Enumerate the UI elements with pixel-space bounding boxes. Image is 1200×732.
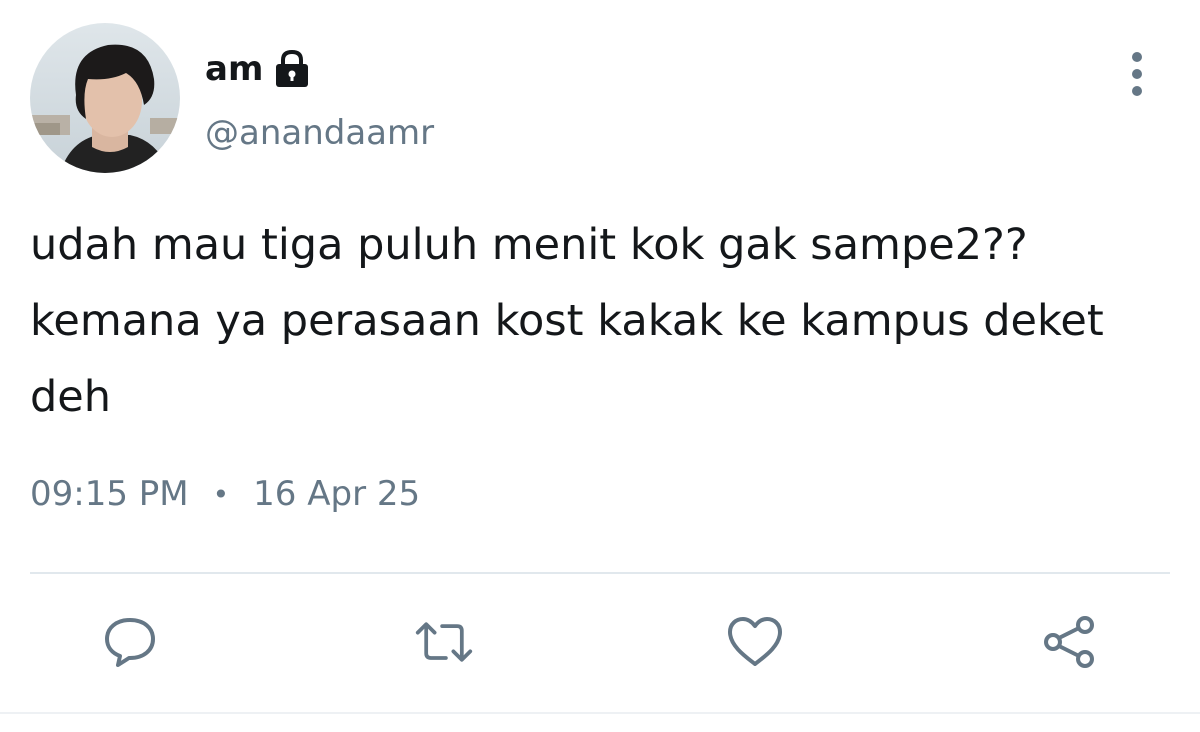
retweet-icon xyxy=(415,622,473,662)
more-dot xyxy=(1132,69,1142,79)
retweet-button[interactable] xyxy=(414,612,474,672)
tweet-card: am @anandaamr udah mau tiga puluh menit … xyxy=(0,0,1200,732)
display-name-row: am xyxy=(205,44,311,94)
reply-button[interactable] xyxy=(100,612,160,672)
more-dot xyxy=(1132,52,1142,62)
share-button[interactable] xyxy=(1040,612,1100,672)
divider xyxy=(30,572,1170,574)
share-icon xyxy=(1044,616,1094,668)
action-bar xyxy=(0,612,1200,672)
tweet-time[interactable]: 09:15 PM xyxy=(30,474,189,515)
avatar[interactable] xyxy=(30,23,180,173)
meta-separator: • xyxy=(212,477,230,511)
heart-icon xyxy=(728,617,782,666)
tweet-text: udah mau tiga puluh menit kok gak sampe2… xyxy=(30,220,1104,422)
more-options-icon[interactable] xyxy=(1124,52,1150,96)
lock-icon xyxy=(273,49,311,89)
like-button[interactable] xyxy=(725,612,785,672)
tweet-date[interactable]: 16 Apr 25 xyxy=(253,474,420,515)
bottom-divider xyxy=(0,712,1200,714)
speech-bubble-icon xyxy=(105,618,155,667)
profile-photo xyxy=(30,23,180,173)
tweet-timestamp: 09:15 PM • 16 Apr 25 xyxy=(30,474,420,515)
more-dot xyxy=(1132,86,1142,96)
user-handle[interactable]: @anandaamr xyxy=(205,113,434,154)
display-name[interactable]: am xyxy=(205,52,263,86)
